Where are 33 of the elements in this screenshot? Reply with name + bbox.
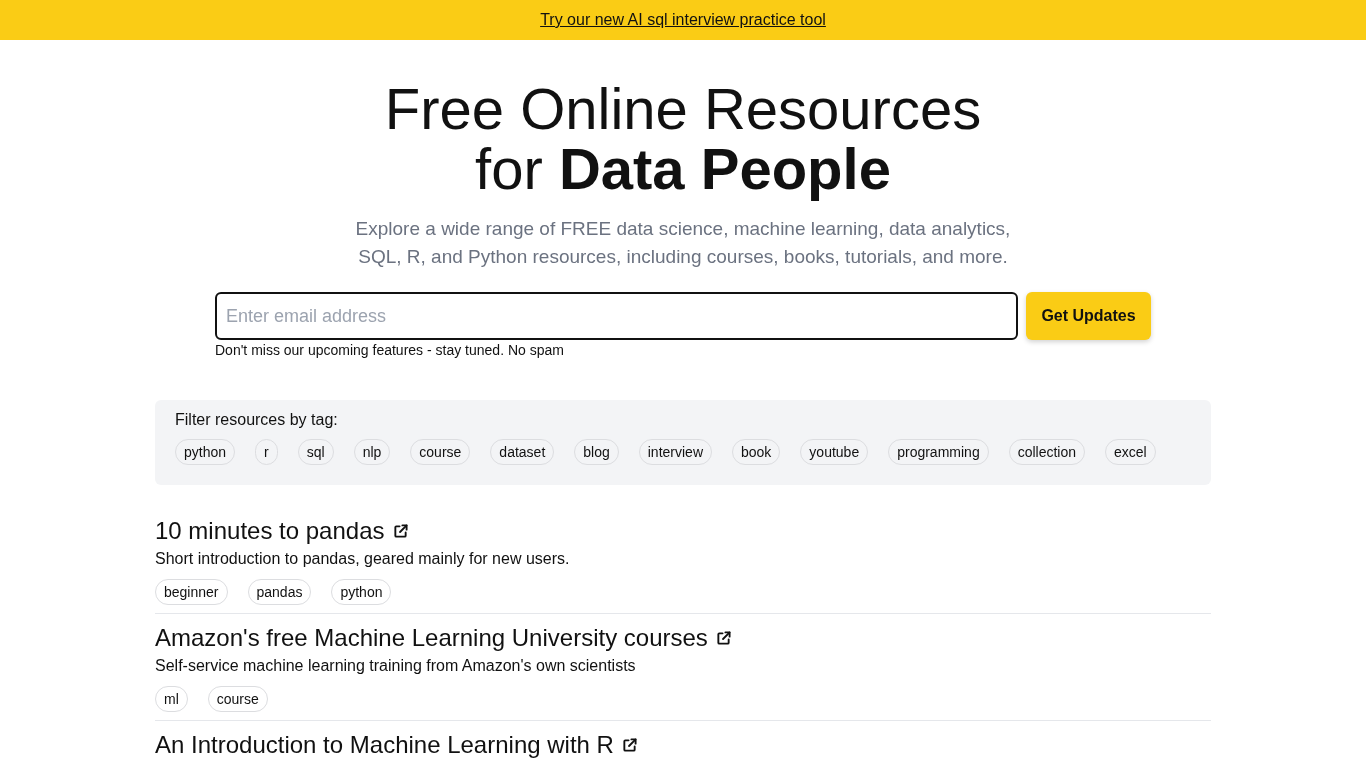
filter-tag[interactable]: book — [732, 439, 781, 465]
resource-title-link[interactable]: 10 minutes to pandas — [155, 515, 408, 547]
filter-tag[interactable]: collection — [1008, 439, 1086, 465]
banner-link[interactable]: Try our new AI sql interview practice tool — [540, 11, 826, 29]
filter-tag[interactable]: sql — [297, 439, 334, 465]
external-link-icon — [392, 523, 408, 539]
filter-tag[interactable]: python — [175, 439, 236, 465]
filter-label: Filter resources by tag: — [175, 410, 338, 430]
resource-tag[interactable]: pandas — [247, 579, 312, 605]
resource-tag[interactable]: beginner — [155, 579, 228, 605]
page-subtitle: Explore a wide range of FREE data science, machine learning, data analytics, SQL, R, and Python resources, including courses, books, tutorials, and more. — [354, 217, 1012, 269]
signup-note: Don't miss our upcoming features - stay tuned. No spam — [215, 341, 564, 360]
resource-title-link[interactable]: Amazon's free Machine Learning University courses — [155, 622, 731, 654]
filter-tag[interactable]: blog — [574, 439, 619, 465]
email-field[interactable]: Enter email address — [215, 292, 1018, 340]
resource-tag[interactable]: ml — [155, 686, 188, 712]
external-link-icon — [621, 737, 637, 753]
external-link-icon — [715, 630, 731, 646]
resource-description: Short introduction to pandas, geared mainly for new users. — [155, 549, 570, 569]
resource-tag[interactable]: course — [207, 686, 268, 712]
filter-tag[interactable]: programming — [888, 439, 989, 465]
filter-tag[interactable]: youtube — [800, 439, 869, 465]
filter-tag[interactable]: dataset — [490, 439, 555, 465]
resource-tag[interactable]: python — [331, 579, 392, 605]
resource-title-link[interactable]: An Introduction to Machine Learning with R — [155, 729, 637, 761]
get-updates-button[interactable]: Get Updates — [1026, 292, 1151, 340]
resource-description: Self-service machine learning training from Amazon's own scientists — [155, 656, 636, 676]
filter-tag[interactable]: interview — [638, 439, 712, 465]
filter-tag[interactable]: nlp — [353, 439, 391, 465]
filter-tag[interactable]: excel — [1105, 439, 1156, 465]
page-title: Free Online Resources for Data People — [384, 79, 982, 199]
filter-tag[interactable]: course — [410, 439, 471, 465]
filter-tag[interactable]: r — [255, 439, 278, 465]
